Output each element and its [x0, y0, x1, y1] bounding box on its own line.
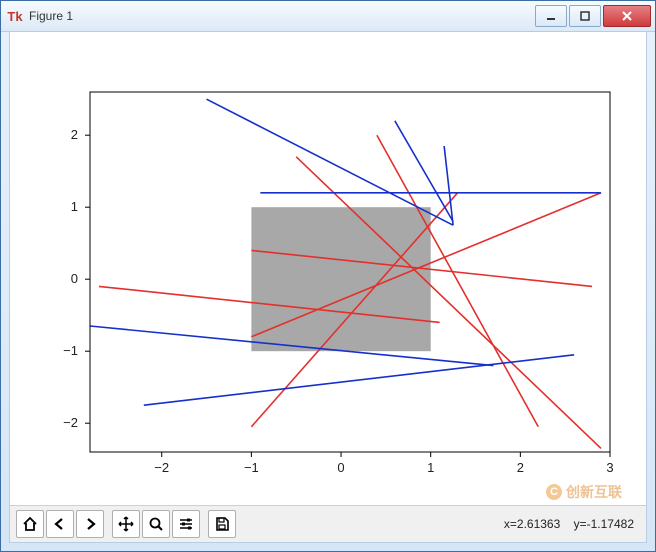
matplotlib-window: Tk Figure 1 −2−10123−2−1012 C 创新互联 — [0, 0, 656, 552]
client-area: −2−10123−2−1012 C 创新互联 — [9, 31, 647, 543]
sliders-icon — [178, 516, 194, 532]
home-icon — [22, 516, 38, 532]
svg-text:2: 2 — [71, 127, 78, 142]
window-title: Figure 1 — [29, 9, 73, 23]
svg-text:−1: −1 — [63, 343, 78, 358]
magnify-icon — [148, 516, 164, 532]
axes-plot: −2 −1 0 1 2 3 −2 −1 0 1 2 — [10, 32, 646, 506]
nav-toolbar: x=2.61363 y=-1.17482 — [10, 505, 646, 542]
svg-text:−1: −1 — [244, 460, 259, 475]
svg-text:2: 2 — [517, 460, 524, 475]
svg-text:−2: −2 — [63, 415, 78, 430]
svg-text:−2: −2 — [154, 460, 169, 475]
tk-icon: Tk — [7, 8, 23, 24]
figure-canvas[interactable]: −2 −1 0 1 2 3 −2 −1 0 1 2 — [10, 32, 646, 506]
home-button[interactable] — [16, 510, 44, 538]
svg-text:1: 1 — [427, 460, 434, 475]
close-button[interactable] — [603, 5, 651, 27]
titlebar: Tk Figure 1 — [1, 1, 655, 32]
minimize-button[interactable] — [535, 5, 567, 27]
save-button[interactable] — [208, 510, 236, 538]
arrow-left-icon — [52, 516, 68, 532]
configure-button[interactable] — [172, 510, 200, 538]
svg-text:3: 3 — [606, 460, 613, 475]
pan-button[interactable] — [112, 510, 140, 538]
maximize-button[interactable] — [569, 5, 601, 27]
svg-text:0: 0 — [337, 460, 344, 475]
back-button[interactable] — [46, 510, 74, 538]
svg-text:0: 0 — [71, 271, 78, 286]
coord-readout: x=2.61363 y=-1.17482 — [504, 517, 634, 531]
move-icon — [118, 516, 134, 532]
svg-text:1: 1 — [71, 199, 78, 214]
save-icon — [214, 516, 230, 532]
zoom-button[interactable] — [142, 510, 170, 538]
forward-button[interactable] — [76, 510, 104, 538]
arrow-right-icon — [82, 516, 98, 532]
